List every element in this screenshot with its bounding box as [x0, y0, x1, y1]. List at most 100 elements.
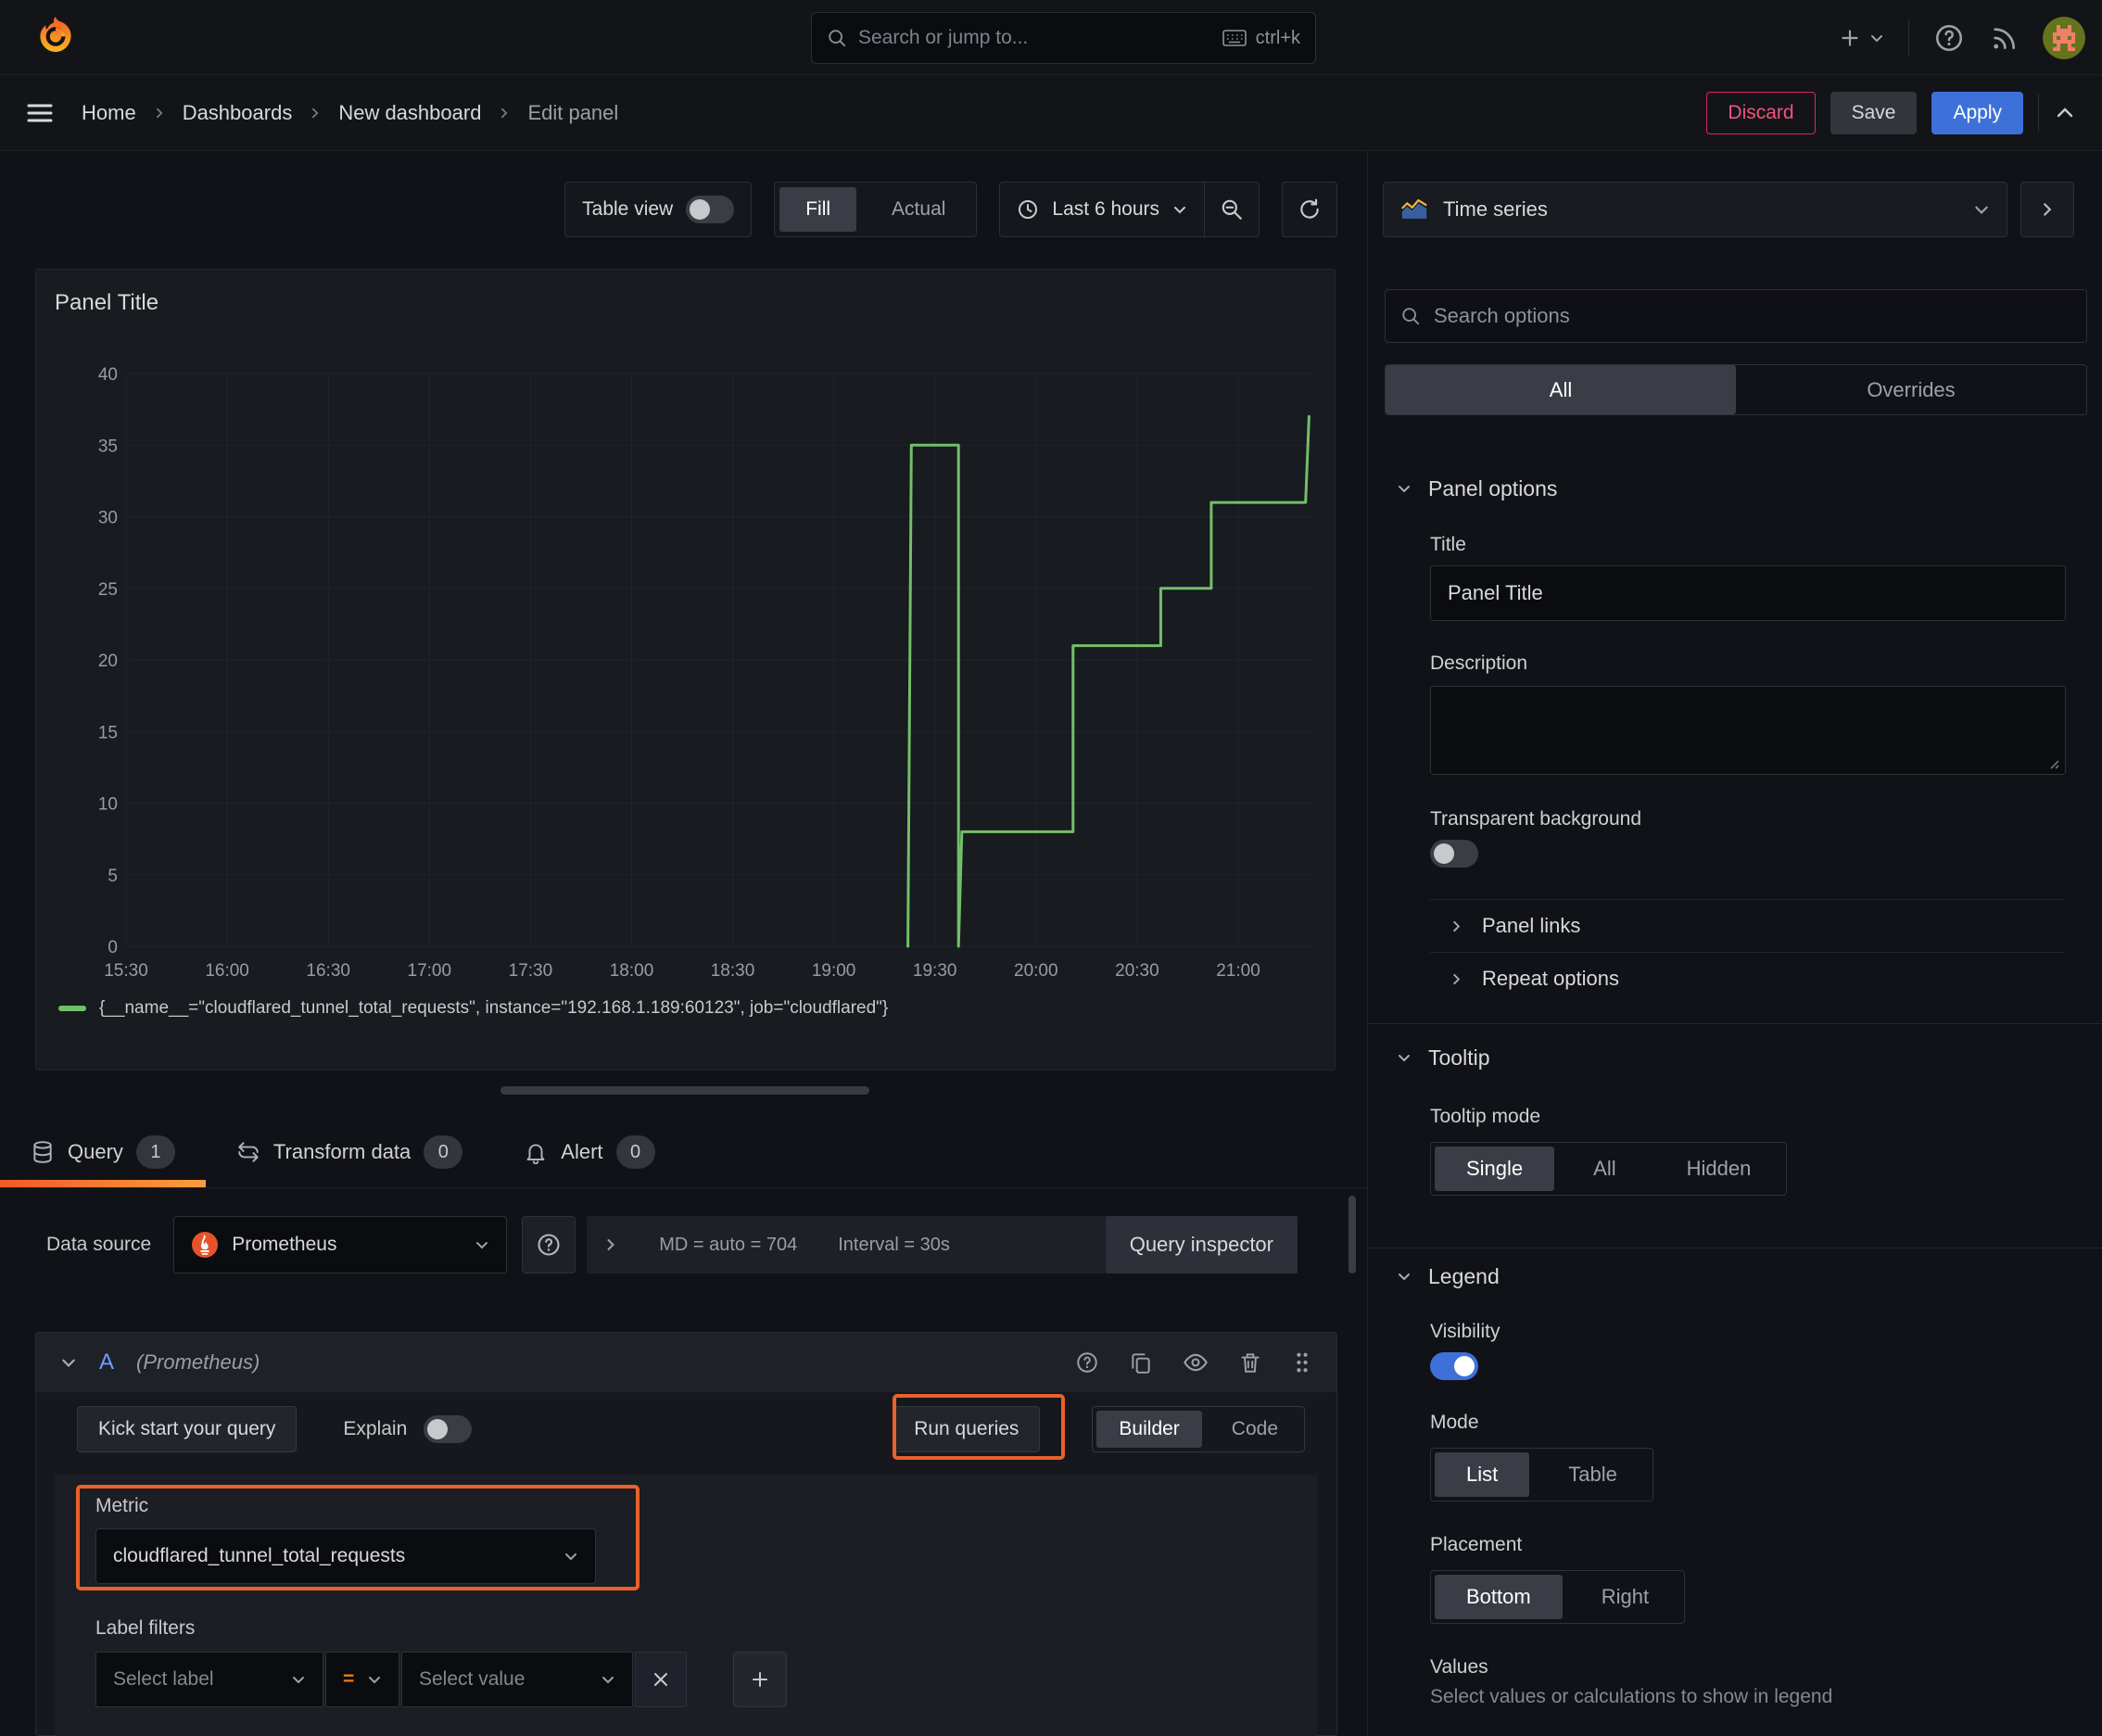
- add-filter-button[interactable]: [733, 1652, 787, 1707]
- tooltip-section-header[interactable]: Tooltip: [1368, 1037, 2102, 1078]
- visualization-picker[interactable]: Time series: [1383, 182, 2007, 237]
- max-data-points-stat: MD = auto = 704: [659, 1234, 798, 1255]
- chevron-right-icon: [1450, 972, 1463, 986]
- kick-start-button[interactable]: Kick start your query: [77, 1406, 298, 1452]
- label-filters-row: Select label = Select value: [95, 1652, 1318, 1707]
- query-inspector-button[interactable]: Query inspector: [1105, 1216, 1298, 1273]
- query-toolbar: Kick start your query Explain Run querie…: [77, 1406, 1305, 1452]
- drag-handle-icon[interactable]: [1292, 1350, 1312, 1375]
- svg-text:17:30: 17:30: [509, 961, 553, 981]
- svg-text:20:30: 20:30: [1115, 961, 1159, 981]
- legend-values-label: Values: [1430, 1656, 1488, 1678]
- legend-visibility-toggle[interactable]: [1430, 1352, 1478, 1380]
- menu-icon[interactable]: [26, 102, 54, 124]
- panel-links-section[interactable]: Panel links: [1368, 900, 2102, 952]
- tooltip-single-option[interactable]: Single: [1435, 1147, 1555, 1191]
- breadcrumb-home[interactable]: Home: [82, 101, 136, 125]
- time-range-picker[interactable]: Last 6 hours: [1000, 198, 1204, 221]
- news-rss-icon[interactable]: [1989, 23, 2019, 53]
- delete-query-icon[interactable]: [1238, 1350, 1262, 1375]
- remove-filter-button[interactable]: [635, 1652, 687, 1707]
- search-input[interactable]: [858, 27, 1211, 49]
- breadcrumb-dashboards[interactable]: Dashboards: [183, 101, 293, 125]
- select-label-dropdown[interactable]: Select label: [95, 1652, 323, 1707]
- add-new-button[interactable]: [1838, 26, 1884, 50]
- top-nav-bar: ctrl+k: [0, 0, 2102, 75]
- tab-all[interactable]: All: [1386, 365, 1736, 414]
- chevron-down-icon: [1397, 1269, 1412, 1284]
- chevron-down-icon: [367, 1672, 382, 1687]
- breadcrumb-new-dashboard[interactable]: New dashboard: [338, 101, 481, 125]
- time-series-chart[interactable]: 0 5 10 15 20 25 30 35 40 15:30 16:00 16:30 17:00 17:3…: [36, 270, 1335, 1070]
- global-search[interactable]: ctrl+k: [811, 12, 1316, 64]
- chart-legend-item[interactable]: {__name__="cloudflared_tunnel_total_requ…: [58, 998, 888, 1019]
- tab-query[interactable]: Query 1: [0, 1117, 206, 1187]
- chevron-right-icon: [603, 1237, 618, 1252]
- resize-grip-icon[interactable]: [2046, 756, 2059, 769]
- collapse-options-pane-button[interactable]: [2054, 102, 2076, 124]
- svg-text:18:00: 18:00: [610, 961, 654, 981]
- select-label-placeholder: Select label: [113, 1668, 214, 1690]
- refresh-button[interactable]: [1282, 182, 1337, 237]
- table-view-toggle[interactable]: [686, 196, 735, 223]
- datasource-value: Prometheus: [232, 1234, 337, 1255]
- metric-select[interactable]: cloudflared_tunnel_total_requests: [95, 1528, 596, 1584]
- repeat-options-section[interactable]: Repeat options: [1368, 953, 2102, 1005]
- grafana-logo-icon[interactable]: [33, 15, 78, 59]
- panel-resize-handle[interactable]: [500, 1086, 869, 1095]
- legend-table-option[interactable]: Table: [1537, 1452, 1649, 1497]
- discard-button[interactable]: Discard: [1706, 91, 1816, 134]
- tab-transform-data[interactable]: Transform data 0: [206, 1117, 493, 1187]
- user-avatar[interactable]: [2043, 16, 2085, 59]
- operator-dropdown[interactable]: =: [325, 1652, 399, 1707]
- query-row-header[interactable]: A (Prometheus): [36, 1333, 1336, 1392]
- svg-text:21:00: 21:00: [1216, 961, 1260, 981]
- chart-panel[interactable]: Panel Title 0 5 10 15 20 25 30 35 40 15:30 16:00 16…: [35, 269, 1336, 1071]
- zoom-out-button[interactable]: [1205, 183, 1259, 236]
- panel-title-input[interactable]: [1430, 565, 2066, 621]
- apply-button[interactable]: Apply: [1931, 91, 2023, 134]
- label-filters-label: Label filters: [95, 1617, 196, 1639]
- legend-section-header[interactable]: Legend: [1368, 1256, 2102, 1297]
- tab-overrides[interactable]: Overrides: [1736, 365, 2086, 414]
- toggle-visibility-icon[interactable]: [1183, 1350, 1209, 1375]
- divider: [2038, 94, 2039, 132]
- clock-icon: [1017, 198, 1039, 221]
- tooltip-hidden-option[interactable]: Hidden: [1655, 1147, 1783, 1191]
- select-value-dropdown[interactable]: Select value: [401, 1652, 633, 1707]
- legend-placement-switch: Bottom Right: [1430, 1570, 1686, 1624]
- run-queries-button[interactable]: Run queries: [893, 1406, 1041, 1452]
- description-textarea[interactable]: [1430, 686, 2066, 775]
- toggle-viz-pane-button[interactable]: [2020, 182, 2074, 237]
- svg-text:10: 10: [98, 795, 118, 815]
- actual-option[interactable]: Actual: [866, 187, 971, 232]
- options-search-input[interactable]: [1434, 304, 2071, 328]
- fill-actual-switch: Fill Actual: [774, 182, 978, 237]
- code-option[interactable]: Code: [1209, 1411, 1300, 1448]
- panel-options-section-header[interactable]: Panel options: [1368, 468, 2102, 509]
- datasource-picker[interactable]: Prometheus: [173, 1216, 508, 1273]
- builder-option[interactable]: Builder: [1096, 1411, 1202, 1448]
- query-options-bar[interactable]: MD = auto = 704 Interval = 30s: [587, 1216, 1106, 1273]
- tooltip-all-option[interactable]: All: [1562, 1147, 1647, 1191]
- help-icon[interactable]: [1933, 22, 1965, 54]
- fill-option[interactable]: Fill: [779, 187, 857, 232]
- breadcrumb: Home Dashboards New dashboard Edit panel: [82, 101, 618, 125]
- chevron-down-icon: [601, 1672, 615, 1687]
- query-help-icon[interactable]: [1075, 1350, 1099, 1375]
- chevron-right-icon: [153, 107, 166, 120]
- legend-list-option[interactable]: List: [1435, 1452, 1530, 1497]
- explain-toggle[interactable]: [424, 1415, 473, 1443]
- options-search[interactable]: [1385, 289, 2087, 343]
- prometheus-icon: [191, 1231, 219, 1259]
- chevron-down-icon[interactable]: [60, 1354, 77, 1371]
- transparent-background-toggle[interactable]: [1430, 840, 1478, 868]
- query-count-badge: 1: [135, 1135, 175, 1169]
- scrollbar-thumb[interactable]: [1349, 1196, 1356, 1273]
- placement-right-option[interactable]: Right: [1570, 1575, 1680, 1619]
- datasource-help-button[interactable]: [522, 1216, 576, 1273]
- tab-alert[interactable]: Alert 0: [493, 1117, 685, 1187]
- save-button[interactable]: Save: [1830, 91, 1918, 134]
- duplicate-query-icon[interactable]: [1129, 1350, 1153, 1375]
- placement-bottom-option[interactable]: Bottom: [1435, 1575, 1563, 1619]
